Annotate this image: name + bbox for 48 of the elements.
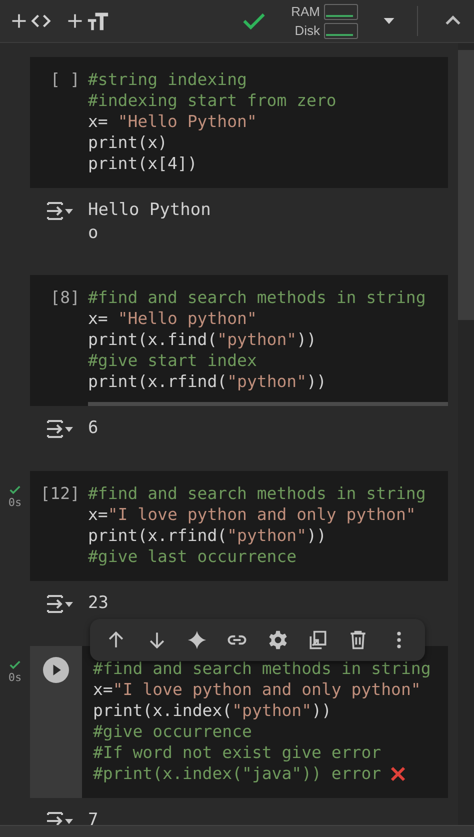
code-line: print(x.find("python")): [88, 329, 316, 350]
code-line: print(x): [88, 132, 168, 153]
output-toggle-icon[interactable]: [45, 592, 75, 616]
code-line: #find and search methods in string: [93, 658, 431, 679]
plus-icon[interactable]: [66, 12, 84, 30]
plus-icon[interactable]: [10, 12, 28, 30]
code-cell[interactable]: [8] #find and search methods in string x= "Hello python" print(x.find("python")) #give start index print(x.rfind("python")): [30, 275, 448, 406]
execution-count: [12]: [40, 483, 80, 504]
code-line: #find and search methods in string: [88, 287, 426, 308]
output-text: 6: [88, 417, 98, 440]
code-cell[interactable]: [12] #find and search methods in string x="I love python and only python" print(x.rfind("python")) #give last occurrence: [30, 471, 448, 581]
code-line: #give last occurrence: [88, 546, 297, 567]
play-button-icon[interactable]: [43, 657, 69, 683]
code-line: #find and search methods in string: [88, 483, 426, 504]
output-toggle-icon[interactable]: [45, 417, 75, 441]
code-line: print(x.rfind("python")): [88, 525, 326, 546]
code-line: #give start index: [88, 350, 257, 371]
disk-label: Disk: [294, 22, 320, 38]
code-line: #print(x.index("java")) error: [93, 763, 382, 784]
code-cell[interactable]: #find and search methods in string x="I love python and only python" print(x.index("python")) #give occurrence #If word not exist give error #print(x.index("java")) error: [30, 646, 448, 798]
code-line: #If word not exist give error: [93, 742, 382, 763]
text-size-icon[interactable]: [87, 10, 109, 32]
code-line: #give occurrence: [93, 721, 252, 742]
code-line: print(x.index("python")): [93, 700, 332, 721]
code-line: #string indexing: [88, 69, 247, 90]
code-line: print(x[4]): [88, 153, 198, 174]
mirror-cell-icon[interactable]: [307, 629, 330, 651]
ram-label: RAM: [291, 4, 320, 20]
gear-icon[interactable]: [266, 629, 289, 651]
sparkle-icon[interactable]: [186, 629, 208, 651]
output-text: o: [88, 222, 100, 245]
code-line: x="I love python and only python": [93, 679, 421, 700]
code-line: x= "Hello python": [88, 308, 257, 329]
cross-mark-icon: [389, 764, 408, 782]
output-toggle-icon[interactable]: [45, 199, 75, 223]
execution-count: [ ]: [50, 69, 80, 90]
code-line: #indexing start from zero: [88, 90, 336, 111]
code-line: print(x.rfind("python")): [88, 371, 326, 392]
horizontal-scrollbar[interactable]: [88, 402, 448, 406]
run-duration: 0s: [8, 497, 22, 509]
code-cell[interactable]: [ ] #string indexing #indexing start from zero x= "Hello Python" print(x) print(x[4]): [30, 57, 448, 188]
code-line: x= "Hello Python": [88, 111, 257, 132]
output-text: 7: [88, 809, 98, 825]
output-text: Hello Python: [88, 199, 211, 222]
code-line: x="I love python and only python": [88, 504, 416, 525]
execution-count: [8]: [50, 287, 80, 308]
output-text: 23: [88, 592, 108, 615]
run-duration: 0s: [8, 672, 22, 684]
